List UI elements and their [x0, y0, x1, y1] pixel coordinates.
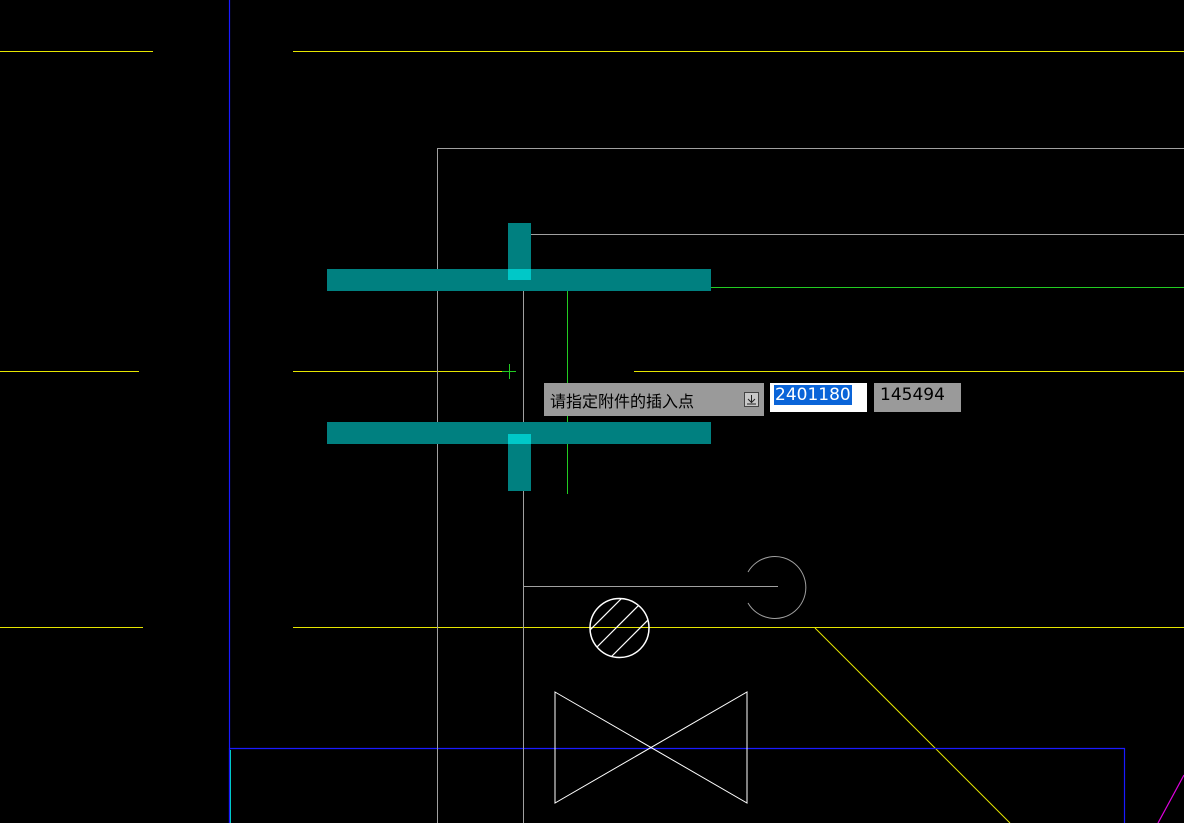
- command-prompt-label: 请指定附件的插入点: [550, 391, 695, 411]
- hatched-circle-symbol: [589, 597, 650, 659]
- gray-outer-frame: [437, 148, 1184, 823]
- y-coordinate-input[interactable]: 145494: [874, 383, 961, 412]
- gray-inner-frame: [523, 234, 1184, 823]
- x-coordinate-value: 2401180: [774, 385, 852, 405]
- x-coordinate-input[interactable]: 2401180: [770, 383, 867, 412]
- magenta-line: [1157, 774, 1184, 823]
- gray-outlines: [437, 148, 1184, 823]
- attachment-preview: [327, 223, 711, 491]
- y-coordinate-value: 145494: [880, 385, 945, 405]
- gray-pipe-end-circle: [747, 556, 807, 619]
- yellow-diagonal-line: [814, 627, 1011, 823]
- attachment-top-overlap: [508, 269, 531, 280]
- valve-symbol: [554, 691, 748, 804]
- attachment-bottom-overlap: [508, 434, 531, 444]
- blue-rectangle: [228, 747, 1126, 823]
- arrow-down-icon[interactable]: [744, 392, 759, 407]
- command-prompt-tooltip: 请指定附件的插入点: [544, 383, 764, 416]
